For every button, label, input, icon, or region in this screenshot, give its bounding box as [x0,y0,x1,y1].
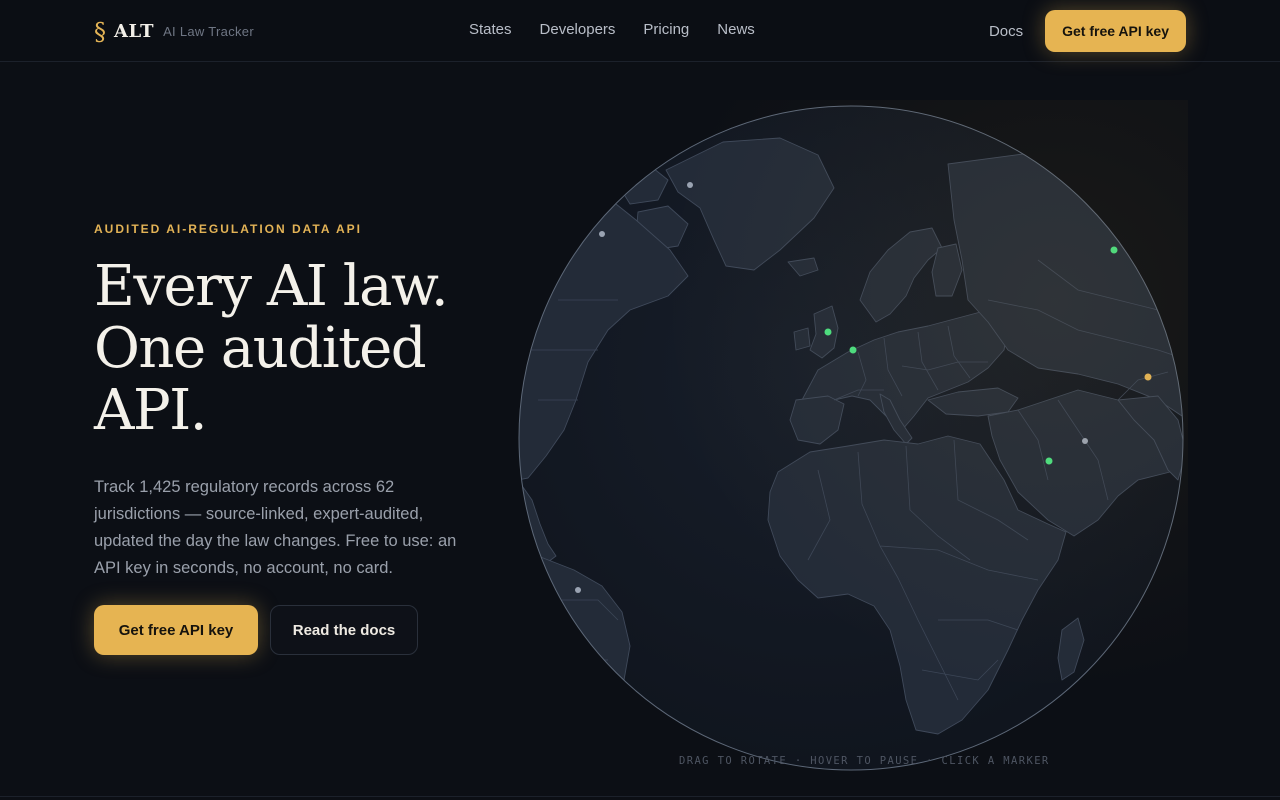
headline-line-2: One audited [94,316,427,381]
headline-line-1: Every AI law. [94,254,449,319]
primary-nav: States Developers Pricing News [469,21,783,38]
hero-headline: Every AI law. One audited API. [94,256,524,442]
hero-description: Track 1,425 regulatory records across 62… [94,478,457,577]
brand-logo[interactable]: § ALT AI Law Tracker [94,17,254,45]
nav-link-states[interactable]: States [469,21,512,38]
nav-actions: Docs Get free API key [989,10,1186,52]
nav-link-docs[interactable]: Docs [989,23,1023,40]
section-divider [0,796,1280,797]
get-api-key-button[interactable]: Get free API key [1045,10,1186,52]
brand-name: ALT [114,20,155,42]
hero-eyebrow: AUDITED AI-REGULATION DATA API [94,222,362,236]
globe-panel[interactable] [518,100,1188,772]
globe-instructions: DRAG TO ROTATE · HOVER TO PAUSE · CLICK … [679,755,1050,767]
section-sign-icon: § [94,18,106,46]
nav-link-pricing[interactable]: Pricing [643,21,689,38]
read-docs-button[interactable]: Read the docs [270,605,418,655]
nav-link-developers[interactable]: Developers [540,21,616,38]
hero-get-api-key-button[interactable]: Get free API key [94,605,258,655]
globe-glow [518,100,1188,772]
top-nav: § ALT AI Law Tracker States Developers P… [0,0,1280,62]
headline-line-3: API. [94,378,208,443]
brand-tagline: AI Law Tracker [163,23,254,39]
nav-link-news[interactable]: News [717,21,755,38]
